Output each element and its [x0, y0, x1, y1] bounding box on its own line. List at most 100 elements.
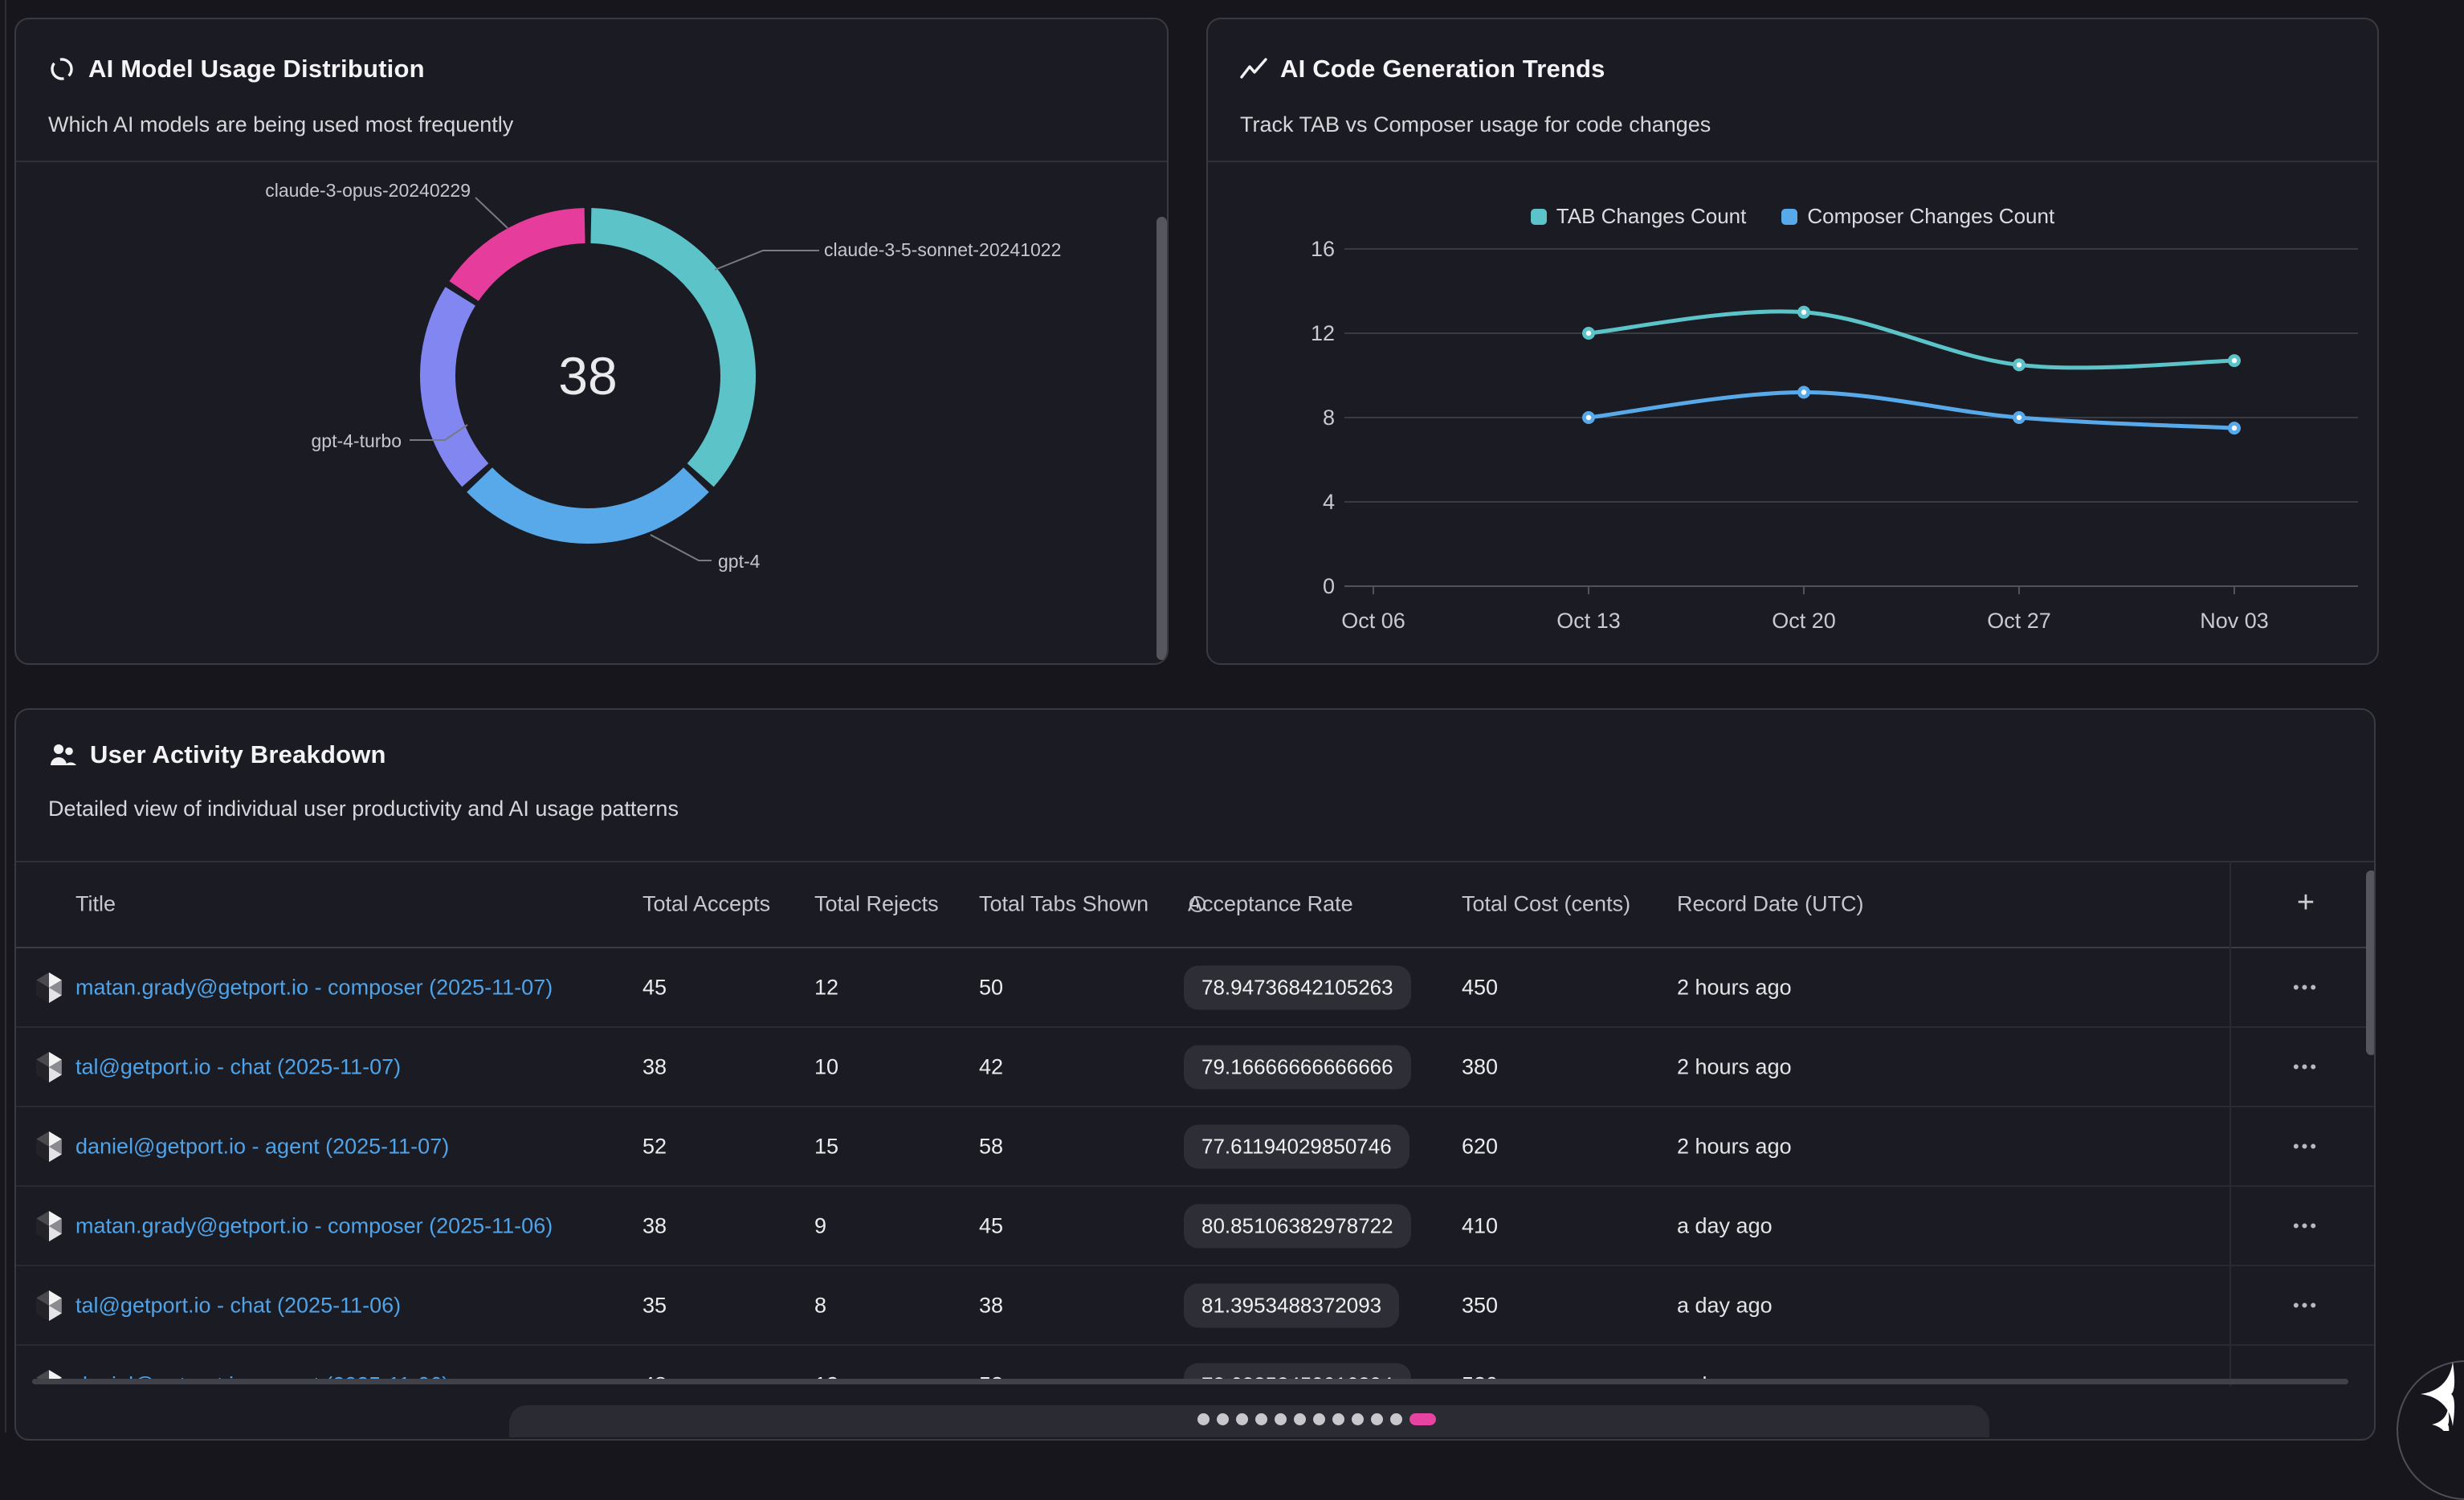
donut-label-claude-3-5-sonnet: claude-3-5-sonnet-20241022	[824, 239, 1061, 261]
svg-text:8: 8	[1323, 406, 1335, 430]
pagination-dot-4[interactable]	[1255, 1413, 1267, 1425]
svg-text:0: 0	[1323, 574, 1335, 598]
svg-text:4: 4	[1323, 490, 1335, 514]
cell-total-tabs-shown: 45	[979, 1213, 1003, 1238]
svg-text:16: 16	[1311, 237, 1335, 261]
legend-swatch	[252, 665, 268, 666]
cell-record-date: 2 hours ago	[1677, 1054, 1792, 1079]
cell-total-cost: 410	[1462, 1213, 1498, 1238]
card-subtitle: Detailed view of individual user product…	[48, 797, 679, 821]
cell-total-accepts: 35	[643, 1293, 667, 1318]
svg-text:Oct 06: Oct 06	[1341, 609, 1405, 633]
col-header-total-accepts[interactable]: Total Accepts	[643, 891, 770, 916]
svg-text:Nov 03: Nov 03	[2200, 609, 2269, 633]
table-row: matan.grady@getport.io - composer (2025-…	[16, 948, 2374, 1028]
acceptance-rate-badge: 78.68852459016394	[1184, 1363, 1411, 1380]
pagination-dots	[1197, 1413, 1436, 1425]
add-column-button[interactable]: +	[2262, 882, 2350, 923]
col-header-title[interactable]: Title	[75, 891, 116, 916]
donut-segment-gpt-4[interactable]	[479, 480, 696, 526]
pagination-dot-1[interactable]	[1197, 1413, 1210, 1425]
cell-total-tabs-shown: 42	[979, 1054, 1003, 1079]
entity-cube-icon	[34, 1130, 64, 1164]
pagination-dot-9[interactable]	[1352, 1413, 1364, 1425]
table-scrollbar[interactable]	[2366, 870, 2376, 1055]
legend-swatch	[745, 665, 761, 666]
table-row: tal@getport.io - chat (2025-11-07)381042…	[16, 1028, 2374, 1107]
legend-label: claude-3-opus-…	[771, 660, 931, 665]
donut-legend-item: claude-3-5-son…	[252, 660, 438, 665]
svg-text:Oct 13: Oct 13	[1556, 609, 1621, 633]
cell-total-cost: 620	[1462, 1134, 1498, 1159]
code-trends-line-chart: 0 4 8 12 16 Oct 06 Oct 13 Oct 20 Oct 27 Nov 03	[1208, 19, 2379, 665]
row-title-link[interactable]: daniel@getport.io - agent (2025-11-07)	[75, 1134, 449, 1159]
table-row: tal@getport.io - chat (2025-11-06)358388…	[16, 1266, 2374, 1346]
col-header-record-date[interactable]: Record Date (UTC)	[1677, 891, 1864, 916]
entity-cube-icon	[34, 1050, 64, 1084]
legend-label: gpt-4-turbo	[608, 660, 710, 665]
donut-label-claude-3-opus: claude-3-opus-20240229	[222, 180, 471, 202]
row-title-link[interactable]: matan.grady@getport.io - composer (2025-…	[75, 1213, 553, 1238]
legend-swatch	[582, 665, 598, 666]
row-menu-button[interactable]: •••	[2262, 1136, 2350, 1157]
cell-total-tabs-shown: 58	[979, 1134, 1003, 1159]
horizontal-scrollbar[interactable]	[32, 1379, 2348, 1384]
donut-label-gpt-4-turbo: gpt-4-turbo	[246, 430, 402, 452]
cell-record-date: 2 hours ago	[1677, 975, 1792, 1000]
cell-total-cost: 450	[1462, 975, 1498, 1000]
cell-record-date: a day ago	[1677, 1213, 1773, 1238]
legend-label: gpt-4	[499, 660, 546, 665]
legend-label: claude-3-5-son…	[278, 660, 438, 665]
row-title-link[interactable]: tal@getport.io - chat (2025-11-07)	[75, 1054, 401, 1079]
cell-total-rejects: 9	[814, 1213, 826, 1238]
donut-segment-gpt-4-turbo[interactable]	[438, 296, 475, 475]
donut-legend: claude-3-5-son… gpt-4 gpt-4-turbo claude-3-…	[16, 660, 1167, 665]
entity-cube-icon	[34, 1289, 64, 1323]
cell-total-rejects: 10	[814, 1054, 838, 1079]
pagination-dot-2[interactable]	[1217, 1413, 1229, 1425]
pagination-dot-7[interactable]	[1313, 1413, 1325, 1425]
acceptance-rate-badge: 77.61194029850746	[1184, 1124, 1409, 1168]
cell-total-accepts: 38	[643, 1213, 667, 1238]
col-header-total-tabs-shown[interactable]: Total Tabs Shown	[979, 891, 1148, 916]
legend-swatch	[473, 665, 489, 666]
card-scrollbar[interactable]	[1157, 217, 1167, 660]
cell-record-date: a day ago	[1677, 1293, 1773, 1318]
cell-total-cost: 380	[1462, 1054, 1498, 1079]
table-row: daniel@getport.io - agent (2025-11-06)48…	[16, 1346, 2374, 1380]
ai-assistant-button[interactable]	[2397, 1360, 2464, 1500]
trends-card: AI Code Generation Trends Track TAB vs C…	[1206, 18, 2379, 665]
svg-text:12: 12	[1311, 321, 1335, 345]
activity-card: User Activity Breakdown Detailed view of…	[14, 708, 2376, 1441]
left-edge-divider	[5, 0, 6, 1433]
cell-total-cost: 350	[1462, 1293, 1498, 1318]
pagination-dot-12[interactable]	[1409, 1413, 1436, 1425]
pagination-dot-6[interactable]	[1294, 1413, 1306, 1425]
entity-cube-icon	[34, 1209, 64, 1243]
row-menu-button[interactable]: •••	[2262, 977, 2350, 998]
donut-segment-claude-3-opus-20240229[interactable]	[464, 226, 585, 291]
row-menu-button[interactable]: •••	[2262, 1216, 2350, 1237]
column-divider	[2229, 861, 2231, 1386]
pagination-dot-11[interactable]	[1390, 1413, 1402, 1425]
donut-legend-item: gpt-4-turbo	[582, 660, 710, 665]
col-header-total-rejects[interactable]: Total Rejects	[814, 891, 939, 916]
svg-text:Oct 20: Oct 20	[1772, 609, 1836, 633]
row-menu-button[interactable]: •••	[2262, 1057, 2350, 1078]
pagination-dot-8[interactable]	[1332, 1413, 1344, 1425]
donut-legend-item: gpt-4	[473, 660, 546, 665]
col-header-acceptance-rate[interactable]: Acceptance Rate	[1188, 895, 1207, 914]
acceptance-rate-badge: 79.16666666666666	[1184, 1045, 1411, 1089]
row-title-link[interactable]: matan.grady@getport.io - composer (2025-…	[75, 975, 553, 1000]
row-title-link[interactable]: tal@getport.io - chat (2025-11-06)	[75, 1293, 401, 1318]
row-menu-button[interactable]: •••	[2262, 1295, 2350, 1316]
cell-total-tabs-shown: 38	[979, 1293, 1003, 1318]
pagination-dot-3[interactable]	[1236, 1413, 1248, 1425]
cell-total-rejects: 12	[814, 975, 838, 1000]
svg-text:Oct 27: Oct 27	[1987, 609, 2051, 633]
table-body: matan.grady@getport.io - composer (2025-…	[16, 948, 2374, 1380]
pagination-dot-10[interactable]	[1371, 1413, 1383, 1425]
col-header-total-cost[interactable]: Total Cost (cents)	[1462, 891, 1630, 916]
pagination-dot-5[interactable]	[1275, 1413, 1287, 1425]
table-row: matan.grady@getport.io - composer (2025-…	[16, 1187, 2374, 1266]
